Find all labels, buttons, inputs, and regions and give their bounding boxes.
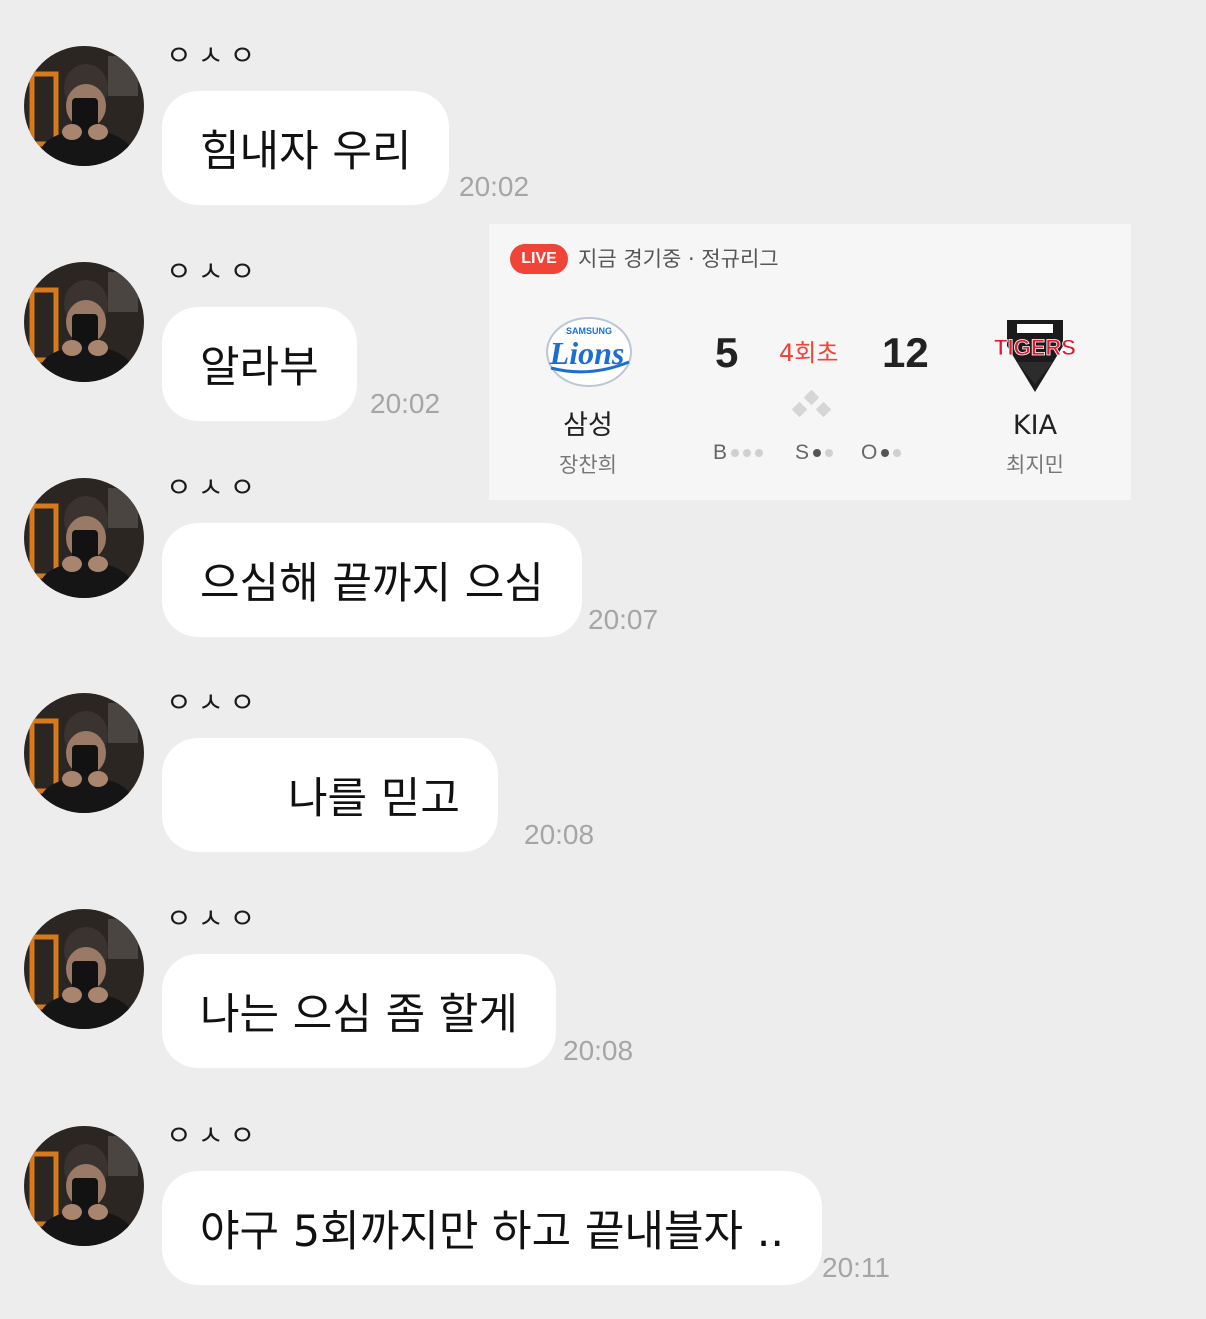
svg-text:Lions: Lions: [549, 335, 625, 371]
message-time: 20:02: [370, 388, 441, 419]
ball-dot: [755, 449, 764, 457]
svg-text:TIGERS: TIGERS: [994, 335, 1076, 360]
message-time: 20:07: [588, 604, 659, 635]
sender-name: ㅇㅅㅇ: [166, 1119, 262, 1152]
inning-label: 4회초: [779, 339, 839, 367]
avatar[interactable]: [24, 262, 144, 382]
kia-tigers-logo: TIGERS: [987, 316, 1083, 400]
profile-photo-icon: [24, 1126, 144, 1246]
message-bubble[interactable]: 으심해 끝까지 으심: [162, 523, 582, 637]
profile-photo-icon: [24, 909, 144, 1029]
profile-photo-icon: [24, 693, 144, 813]
profile-photo-icon: [24, 478, 144, 598]
sender-name: ㅇㅅㅇ: [166, 471, 262, 504]
sender-name: ㅇㅅㅇ: [166, 255, 262, 288]
message-time: 20:08: [563, 1035, 634, 1066]
avatar[interactable]: [24, 1126, 144, 1246]
message-time: 20:08: [524, 819, 595, 850]
sender-name: ㅇㅅㅇ: [166, 686, 262, 719]
avatar[interactable]: [24, 46, 144, 166]
sender-name: ㅇㅅㅇ: [166, 902, 262, 935]
home-pitcher-name: 장찬희: [559, 453, 617, 477]
out-dot: [893, 449, 902, 457]
game-status: 지금 경기중 · 정규리그: [578, 247, 779, 271]
avatar[interactable]: [24, 693, 144, 813]
live-badge: LIVE: [510, 244, 568, 274]
bases-diamond-icon: [789, 389, 835, 426]
live-score-card[interactable]: LIVE 지금 경기중 · 정규리그 SAMSUNG Lions 삼성 장찬희 …: [489, 224, 1131, 500]
away-team-name: KIA: [1012, 410, 1058, 441]
message-bubble[interactable]: 나를 믿고: [162, 738, 498, 852]
home-team-name: 삼성: [563, 410, 613, 441]
sender-name: ㅇㅅㅇ: [166, 39, 262, 72]
ball-count: B: [713, 441, 764, 465]
message-time: 20:11: [822, 1252, 890, 1283]
out-count: O: [861, 441, 902, 465]
home-score: 5: [715, 329, 739, 376]
profile-photo-icon: [24, 46, 144, 166]
avatar[interactable]: [24, 909, 144, 1029]
strike-count: S: [795, 441, 834, 465]
message-bubble[interactable]: 알라부: [162, 307, 357, 421]
message-bubble[interactable]: 힘내자 우리: [162, 91, 450, 205]
ball-dot: [743, 449, 752, 457]
strike-dot: [825, 449, 834, 457]
away-pitcher-name: 최지민: [1006, 453, 1064, 477]
profile-photo-icon: [24, 262, 144, 382]
strike-dot: [813, 449, 822, 457]
away-score: 12: [882, 329, 929, 376]
message-time: 20:02: [459, 171, 530, 202]
samsung-lions-logo: SAMSUNG Lions: [539, 312, 639, 396]
avatar[interactable]: [24, 478, 144, 598]
ball-dot: [731, 449, 740, 457]
out-dot: [881, 449, 890, 457]
message-bubble[interactable]: 야구 5회까지만 하고 끝내블자 ..: [162, 1171, 823, 1285]
message-bubble[interactable]: 나는 으심 좀 할게: [162, 954, 556, 1068]
